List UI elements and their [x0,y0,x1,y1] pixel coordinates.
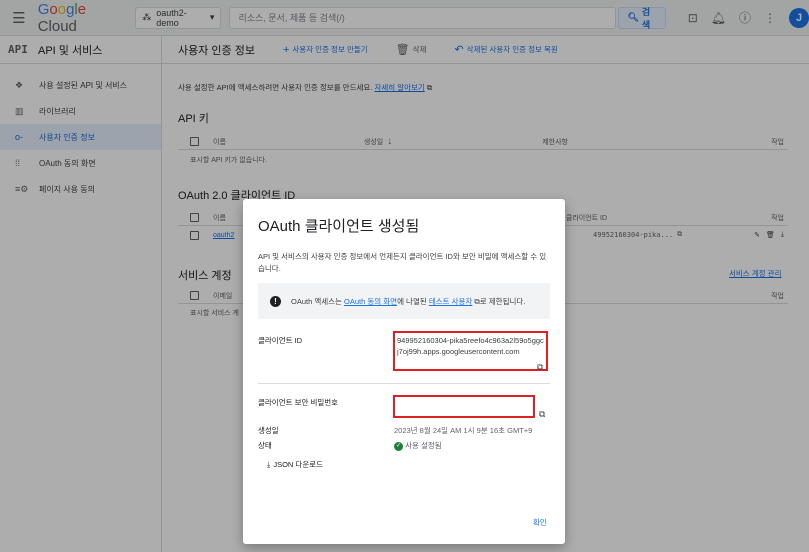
download-icon: ⤓ [267,459,271,469]
info-icon: ! [270,295,281,307]
dialog-title: OAuth 클라이언트 생성됨 [258,218,420,235]
info-text-mid: 에 나열된 [397,296,427,306]
check-circle-icon: ✓ [394,441,403,451]
client-id-value[interactable]: 949952160304-pika5reefo4c963a2l59o5ggcj7… [393,331,548,371]
copy-icon[interactable]: ⧉ [539,409,545,420]
status-text: 사용 설정됨 [405,441,442,450]
confirm-button[interactable]: 확인 [533,517,547,528]
external-link-icon: ⧉ [472,296,480,306]
created-value: 2023년 8월 24일 AM 1시 9분 16초 GMT+9 [394,426,533,435]
status-row: 상태 ✓ 사용 설정됨 [258,440,550,451]
info-text-post: 로 제한됩니다. [479,296,526,306]
oauth-client-created-dialog: OAuth 클라이언트 생성됨 API 및 서비스의 사용자 인증 정보에서 언… [243,199,565,544]
status-label: 상태 [258,441,272,450]
client-secret-value[interactable] [393,395,535,418]
oauth-consent-link[interactable]: OAuth 동의 화면 [344,297,397,306]
json-download-label: JSON 다운로드 [273,460,324,469]
json-download-button[interactable]: ⤓ JSON 다운로드 [267,459,323,470]
client-secret-label: 클라이언트 보안 비밀번호 [258,398,339,407]
created-label: 생성일 [258,426,279,435]
info-text: OAuth 액세스는 OAuth 동의 화면에 나열된 테스트 사용자 ⧉로 제… [291,296,525,307]
test-users-link[interactable]: 테스트 사용자 [429,297,472,306]
copy-icon[interactable]: ⧉ [537,362,543,373]
divider [258,383,550,384]
status-value: ✓ 사용 설정됨 [394,440,442,451]
created-row: 생성일 2023년 8월 24일 AM 1시 9분 16초 GMT+9 [258,425,550,436]
info-text-pre: OAuth 액세스는 [291,296,342,306]
client-id-label: 클라이언트 ID [258,336,303,345]
dialog-description: API 및 서비스의 사용자 인증 정보에서 언제든지 클라이언트 ID와 보안… [258,252,547,273]
info-banner: ! OAuth 액세스는 OAuth 동의 화면에 나열된 테스트 사용자 ⧉로… [258,283,550,319]
